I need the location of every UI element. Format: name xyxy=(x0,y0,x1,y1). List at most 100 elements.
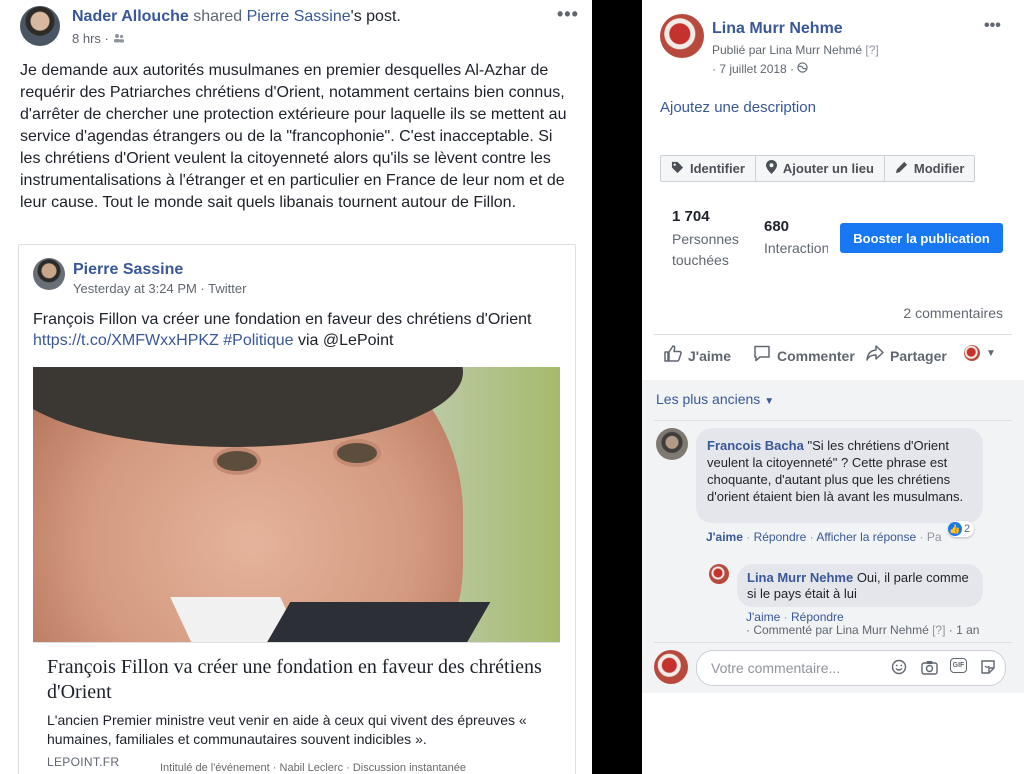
commented-by: Commenté par Lina Murr Nehmé xyxy=(753,623,929,637)
reply-actions: J'aime · Répondre xyxy=(746,610,844,624)
divider xyxy=(654,334,1012,335)
reply-content: Lina Murr Nehme Oui, il parle comme si l… xyxy=(747,570,977,602)
reply-bubble: Lina Murr Nehme Oui, il parle comme si l… xyxy=(737,564,983,607)
comment-sort-dropdown[interactable]: Les plus anciens ▼ xyxy=(656,391,774,407)
reply-like-link[interactable]: J'aime xyxy=(746,610,780,624)
reply-author-name[interactable]: Lina Murr Nehme xyxy=(747,570,853,585)
share-arrow-icon xyxy=(866,345,884,366)
interactions-label: Interactions xyxy=(764,240,828,256)
location-pin-icon xyxy=(765,160,777,177)
card-hashtag-link[interactable]: #Politique xyxy=(223,332,293,349)
friends-icon[interactable] xyxy=(113,31,125,46)
comment-button[interactable]: Commenter xyxy=(753,345,855,367)
shared-from-link[interactable]: Pierre Sassine xyxy=(247,8,351,25)
comments-section: Les plus anciens ▼ Francois Bacha "Si le… xyxy=(642,380,1024,774)
comment-composer[interactable]: GIF xyxy=(696,650,1006,686)
comment-hide-link[interactable]: Afficher la réponse xyxy=(816,530,916,544)
commenter-avatar[interactable] xyxy=(656,428,688,460)
panel-bottom xyxy=(642,693,1024,774)
composer-tools: GIF xyxy=(890,658,997,676)
emoji-icon[interactable] xyxy=(890,658,908,676)
reply-avatar[interactable] xyxy=(709,564,729,584)
more-options-icon[interactable]: ••• xyxy=(557,4,579,25)
sticker-icon[interactable] xyxy=(979,658,997,676)
reaction-summary[interactable]: 👍 2 xyxy=(948,521,975,537)
divider xyxy=(654,420,1012,421)
reply-meta: · Commenté par Lina Murr Nehmé [?] · 1 a… xyxy=(746,623,980,637)
photo-eye-left xyxy=(213,447,261,475)
composer-avatar xyxy=(654,650,688,684)
comment-like-link[interactable]: J'aime xyxy=(706,530,743,544)
post-toolbar: Identifier Ajouter un lieu Modifier xyxy=(660,155,976,182)
identify-label: Identifier xyxy=(690,161,745,176)
post-date-row: · 7 juillet 2018 · xyxy=(712,62,809,76)
more-options-icon[interactable]: ••• xyxy=(984,17,1001,35)
card-via: via @LePoint xyxy=(298,332,394,349)
post-timestamp-row: 8 hrs · xyxy=(72,31,125,46)
sort-label: Les plus anciens xyxy=(656,391,761,407)
comment-count-link[interactable]: 2 commentaires xyxy=(903,305,1003,321)
comment-bubble: Francois Bacha "Si les chrétiens d'Orien… xyxy=(696,428,983,537)
post-detail-panel: Lina Murr Nehme Publié par Lina Murr Neh… xyxy=(642,0,1024,774)
post-as-avatar xyxy=(964,345,980,361)
shared-word: shared xyxy=(193,8,243,25)
post-time[interactable]: 8 hrs xyxy=(72,31,101,46)
globe-icon[interactable] xyxy=(797,62,809,76)
card-author-avatar[interactable] xyxy=(33,258,65,290)
photo-eye-right xyxy=(333,439,381,467)
post-date[interactable]: · 7 juillet 2018 · xyxy=(712,62,794,76)
card-text: François Fillon va créer une fondation e… xyxy=(33,309,563,351)
comment-trunc: · Pa xyxy=(919,530,942,544)
author-link[interactable]: Nader Allouche xyxy=(72,8,189,25)
commenter-name[interactable]: Francois Bacha xyxy=(707,438,804,453)
help-link[interactable]: [?] xyxy=(932,623,945,637)
shared-suffix: 's post. xyxy=(350,8,401,25)
author-avatar[interactable] xyxy=(20,6,60,46)
reach-label: Personnes touchées xyxy=(672,231,739,268)
article-preview[interactable]: François Fillon va créer une fondation e… xyxy=(33,642,560,774)
comment-input[interactable] xyxy=(709,657,893,679)
published-by-text: Publié par Lina Murr Nehmé xyxy=(712,43,863,57)
comment-actions: J'aime · Répondre · Afficher la réponse … xyxy=(706,530,942,544)
card-tco-link[interactable]: https://t.co/XMFWxxHPKZ xyxy=(33,332,219,349)
like-label: J'aime xyxy=(688,348,732,364)
article-photo[interactable] xyxy=(33,367,560,642)
post-as-selector[interactable]: ▼ xyxy=(964,345,996,361)
edit-button[interactable]: Modifier xyxy=(885,156,975,181)
add-place-button[interactable]: Ajouter un lieu xyxy=(756,156,885,181)
card-text-main: François Fillon va créer une fondation e… xyxy=(33,311,532,328)
like-button[interactable]: J'aime xyxy=(664,345,731,367)
boost-post-button[interactable]: Booster la publication xyxy=(840,223,1003,253)
share-label: Partager xyxy=(890,347,947,364)
edit-label: Modifier xyxy=(913,161,965,176)
reply-age[interactable]: · 1 an xyxy=(949,623,980,637)
article-source: LEPOINT.FR xyxy=(47,755,120,769)
article-title[interactable]: François Fillon va créer une fondation e… xyxy=(47,655,547,705)
gif-icon[interactable]: GIF xyxy=(950,658,967,673)
post-header: Nader Allouche shared Pierre Sassine's p… xyxy=(72,8,401,26)
reach-value: 1 704 xyxy=(672,208,710,225)
interactions-value: 680 xyxy=(764,218,790,235)
page-name[interactable]: Lina Murr Nehme xyxy=(712,20,843,38)
comment-reply-link[interactable]: Répondre xyxy=(754,530,807,544)
photo-suit xyxy=(255,602,491,642)
comment-content: Francois Bacha "Si les chrétiens d'Orien… xyxy=(707,437,975,505)
divider xyxy=(654,642,1012,643)
post-body: Je demande aux autorités musulmanes en p… xyxy=(20,62,567,211)
help-link[interactable]: [?] xyxy=(865,43,878,57)
like-reaction-icon: 👍 xyxy=(948,522,962,536)
reply-reply-link[interactable]: Répondre xyxy=(791,610,844,624)
background-strip: Intitulé de l'événement · Nabil Leclerc … xyxy=(160,762,466,774)
share-button[interactable]: Partager xyxy=(866,345,947,366)
card-author-name[interactable]: Pierre Sassine xyxy=(73,261,183,279)
embedded-post-card[interactable]: Pierre Sassine Yesterday at 3:24 PM · Tw… xyxy=(18,244,576,774)
add-description-link[interactable]: Ajoutez une description xyxy=(660,99,816,116)
thumbs-up-icon xyxy=(664,345,682,367)
shared-post: Nader Allouche shared Pierre Sassine's p… xyxy=(0,0,592,774)
page-avatar[interactable] xyxy=(660,14,704,58)
camera-icon[interactable] xyxy=(920,658,938,676)
card-meta: Yesterday at 3:24 PM · Twitter xyxy=(73,281,247,296)
identify-button[interactable]: Identifier xyxy=(661,156,756,181)
comment-bubble-icon xyxy=(753,345,771,367)
comment-label: Commenter xyxy=(777,348,855,364)
